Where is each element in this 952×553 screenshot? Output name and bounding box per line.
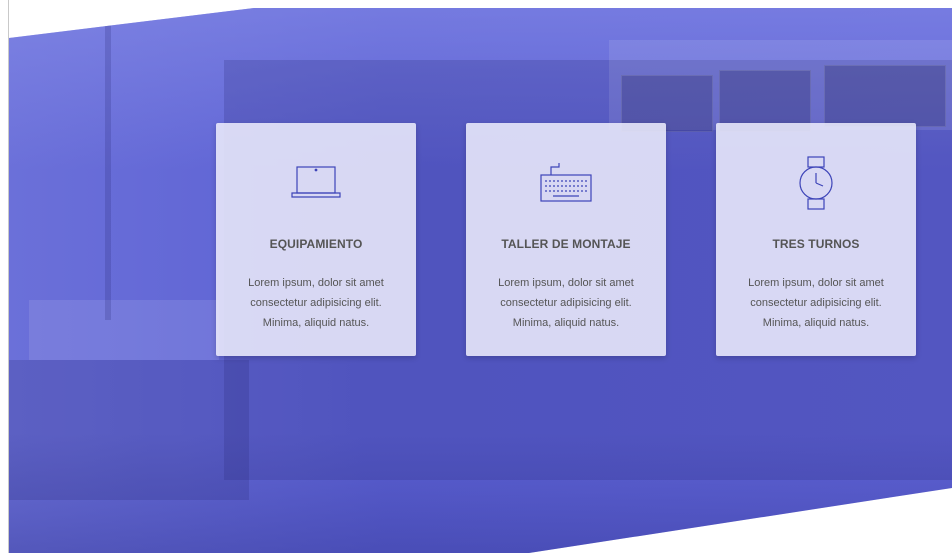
- laptop-icon: [216, 153, 416, 213]
- feature-description: Lorem ipsum, dolor sit amet consectetur …: [476, 273, 656, 333]
- keyboard-icon: [466, 153, 666, 213]
- feature-description-line: consectetur adipisicing elit.: [250, 297, 382, 309]
- feature-title: EQUIPAMIENTO: [269, 237, 363, 251]
- feature-description-line: Minima, aliquid natus.: [762, 317, 870, 329]
- feature-card-equipamiento: EQUIPAMIENTO Lorem ipsum, dolor sit amet…: [216, 123, 416, 356]
- feature-description-line: consectetur adipisicing elit.: [500, 297, 632, 309]
- feature-description-line: Lorem ipsum, dolor sit amet: [748, 277, 884, 289]
- feature-description: Lorem ipsum, dolor sit amet consectetur …: [726, 273, 906, 333]
- feature-description-line: Lorem ipsum, dolor sit amet: [498, 277, 634, 289]
- feature-title: TRES TURNOS: [772, 237, 860, 251]
- feature-description-line: Lorem ipsum, dolor sit amet: [248, 277, 384, 289]
- feature-cards: EQUIPAMIENTO Lorem ipsum, dolor sit amet…: [0, 0, 952, 553]
- feature-description-line: Minima, aliquid natus.: [262, 317, 370, 329]
- watch-icon: [716, 153, 916, 213]
- feature-card-taller-de-montaje: TALLER DE MONTAJE Lorem ipsum, dolor sit…: [466, 123, 666, 356]
- feature-card-tres-turnos: TRES TURNOS Lorem ipsum, dolor sit amet …: [716, 123, 916, 356]
- feature-description-line: Minima, aliquid natus.: [512, 317, 620, 329]
- feature-description-line: consectetur adipisicing elit.: [750, 297, 882, 309]
- feature-title: TALLER DE MONTAJE: [501, 237, 631, 251]
- feature-description: Lorem ipsum, dolor sit amet consectetur …: [226, 273, 406, 333]
